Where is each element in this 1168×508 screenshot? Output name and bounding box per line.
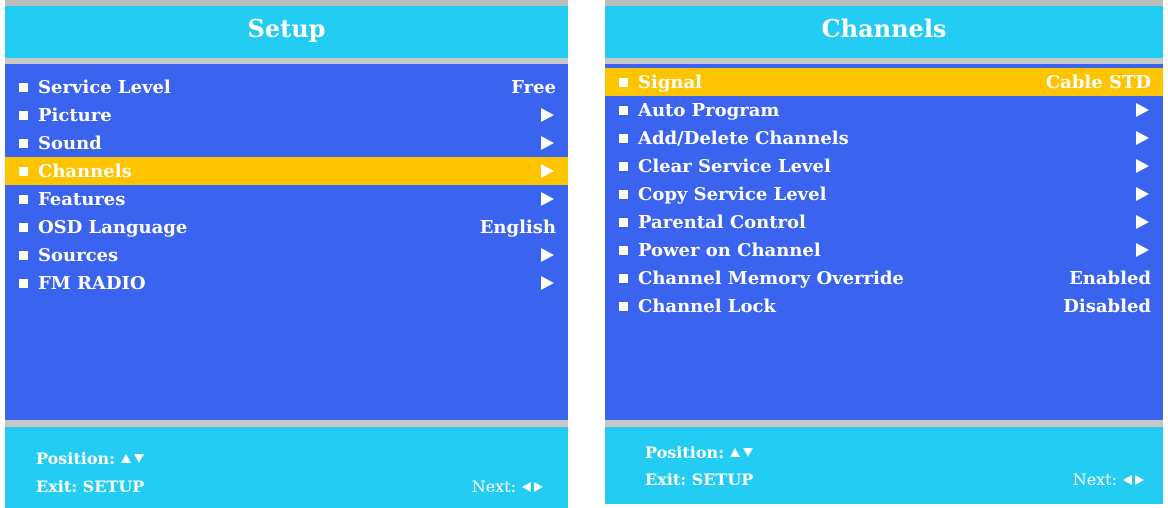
left-right-arrows-icon <box>1123 474 1144 485</box>
square-bullet-icon <box>619 189 628 199</box>
square-bullet-icon <box>619 301 628 311</box>
up-down-arrows-icon <box>730 448 754 457</box>
exit-hint: Exit: SETUP <box>36 477 145 496</box>
menu-item-power-on-channel[interactable]: Power on Channel <box>605 236 1163 264</box>
arrow-right-icon <box>541 192 554 206</box>
menu-item-label: Parental Control <box>638 211 806 233</box>
menu-item-label: Auto Program <box>638 99 780 121</box>
square-bullet-icon <box>619 77 628 87</box>
square-bullet-icon <box>19 110 28 120</box>
menu-item-value: Free <box>511 76 556 98</box>
next-hint: Next: <box>472 477 543 496</box>
square-bullet-icon <box>19 278 28 288</box>
arrow-right-icon <box>541 276 554 290</box>
square-bullet-icon <box>619 217 628 227</box>
menu-item-label: Features <box>38 188 126 210</box>
square-bullet-icon <box>619 273 628 283</box>
channels-menu-body: Signal Cable STD Auto Program Add/Delete Ch… <box>605 64 1163 420</box>
menu-item-value: English <box>479 216 556 238</box>
up-down-arrows-icon <box>121 454 145 463</box>
square-bullet-icon <box>619 245 628 255</box>
menu-item-label: Channel Memory Override <box>638 267 904 289</box>
setup-menu-body: Service Level Free Picture Sound Channels Fea… <box>5 64 568 420</box>
menu-item-signal[interactable]: Signal Cable STD <box>605 68 1163 96</box>
menu-item-osd-language[interactable]: OSD Language English <box>5 213 568 241</box>
arrow-right-icon <box>1136 243 1149 257</box>
next-hint: Next: <box>1073 470 1144 489</box>
square-bullet-icon <box>619 133 628 143</box>
square-bullet-icon <box>619 105 628 115</box>
menu-item-features[interactable]: Features <box>5 185 568 213</box>
position-label: Position: <box>36 449 116 468</box>
menu-item-picture[interactable]: Picture <box>5 101 568 129</box>
left-right-arrows-icon <box>522 481 543 492</box>
arrow-right-icon <box>1136 215 1149 229</box>
menu-item-label: Power on Channel <box>638 239 821 261</box>
setup-title: Setup <box>5 0 568 58</box>
menu-item-label: Copy Service Level <box>638 183 827 205</box>
menu-item-clear-service-level[interactable]: Clear Service Level <box>605 152 1163 180</box>
arrow-right-icon <box>1136 131 1149 145</box>
divider <box>5 420 568 427</box>
square-bullet-icon <box>19 82 28 92</box>
menu-item-channel-memory-override[interactable]: Channel Memory Override Enabled <box>605 264 1163 292</box>
arrow-right-icon <box>541 108 554 122</box>
position-hint: Position: <box>36 449 145 468</box>
square-bullet-icon <box>19 194 28 204</box>
menu-item-service-level[interactable]: Service Level Free <box>5 73 568 101</box>
setup-footer: Position: Exit: SETUP Next: <box>5 427 568 508</box>
channels-title: Channels <box>605 0 1163 58</box>
menu-item-label: Service Level <box>38 76 171 98</box>
menu-item-fm-radio[interactable]: FM RADIO <box>5 269 568 297</box>
arrow-right-icon <box>1136 159 1149 173</box>
menu-item-add-delete-channels[interactable]: Add/Delete Channels <box>605 124 1163 152</box>
menu-item-channels[interactable]: Channels <box>5 157 568 185</box>
channels-footer: Position: Exit: SETUP Next: <box>605 427 1163 504</box>
menu-item-label: FM RADIO <box>38 272 146 294</box>
menu-item-label: Sources <box>38 244 119 266</box>
menu-item-label: Clear Service Level <box>638 155 831 177</box>
channels-menu-list: Signal Cable STD Auto Program Add/Delete Ch… <box>605 68 1163 320</box>
square-bullet-icon <box>19 138 28 148</box>
arrow-right-icon <box>541 248 554 262</box>
menu-item-label: Sound <box>38 132 102 154</box>
menu-item-parental-control[interactable]: Parental Control <box>605 208 1163 236</box>
menu-item-label: OSD Language <box>38 216 188 238</box>
menu-item-copy-service-level[interactable]: Copy Service Level <box>605 180 1163 208</box>
menu-item-auto-program[interactable]: Auto Program <box>605 96 1163 124</box>
menu-item-label: Channel Lock <box>638 295 776 317</box>
menu-item-sources[interactable]: Sources <box>5 241 568 269</box>
position-hint: Position: <box>645 443 754 462</box>
square-bullet-icon <box>619 161 628 171</box>
setup-menu-list: Service Level Free Picture Sound Channels Fea… <box>5 73 568 297</box>
arrow-right-icon <box>1136 103 1149 117</box>
menu-item-value: Cable STD <box>1045 71 1151 93</box>
exit-hint: Exit: SETUP <box>645 470 754 489</box>
square-bullet-icon <box>19 222 28 232</box>
position-label: Position: <box>645 443 725 462</box>
arrow-right-icon <box>1136 187 1149 201</box>
divider <box>605 420 1163 427</box>
menu-item-label: Channels <box>38 160 132 182</box>
arrow-right-icon <box>541 136 554 150</box>
channels-menu-panel: Channels Signal Cable STD Auto Program Add/… <box>605 0 1163 508</box>
menu-item-label: Add/Delete Channels <box>638 127 849 149</box>
next-label: Next: <box>1072 470 1117 489</box>
menu-item-channel-lock[interactable]: Channel Lock Disabled <box>605 292 1163 320</box>
menu-item-value: Disabled <box>1063 295 1151 317</box>
setup-menu-panel: Setup Service Level Free Picture Sound Chann… <box>5 0 568 508</box>
square-bullet-icon <box>19 166 28 176</box>
arrow-right-icon <box>541 164 554 178</box>
menu-item-label: Signal <box>638 71 703 93</box>
menu-item-label: Picture <box>38 104 112 126</box>
menu-item-sound[interactable]: Sound <box>5 129 568 157</box>
next-label: Next: <box>471 477 516 496</box>
menu-item-value: Enabled <box>1069 267 1151 289</box>
square-bullet-icon <box>19 250 28 260</box>
